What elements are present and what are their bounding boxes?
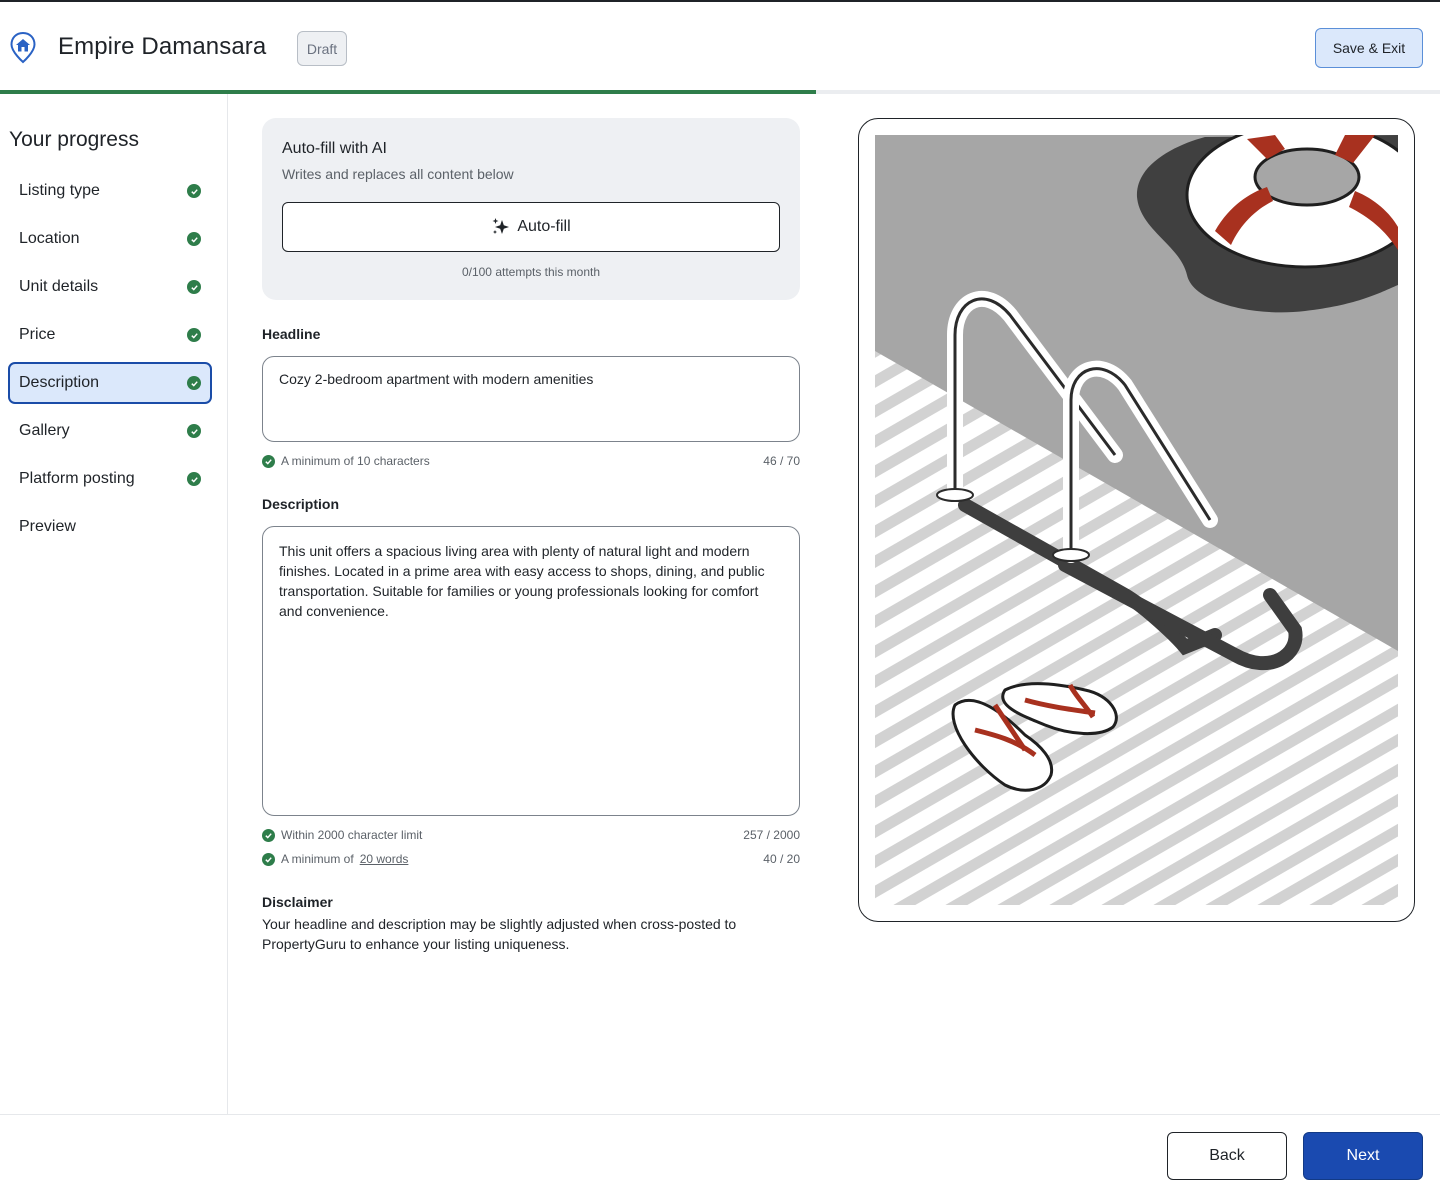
check-icon [262,454,275,468]
sidebar-item-price[interactable]: Price [8,314,212,356]
disclaimer-text: Your headline and description may be sli… [262,916,737,952]
sidebar-heading: Your progress [9,128,139,151]
sidebar-item-label: Location [19,230,80,247]
check-icon [187,280,201,294]
sidebar: Your progress Listing type Location Unit d… [0,94,228,1114]
sidebar-item-description[interactable]: Description [8,362,212,404]
sidebar-item-listing-type[interactable]: Listing type [8,170,212,212]
description-form: Auto-fill with AI Writes and replaces al… [262,118,800,952]
sidebar-item-label: Unit details [19,278,99,295]
sidebar-item-label: Description [19,374,100,391]
sidebar-item-label: Price [19,326,56,343]
ai-card-subtitle: Writes and replaces all content below [282,166,514,182]
check-icon [187,424,201,438]
save-exit-button[interactable]: Save & Exit [1315,28,1423,68]
sidebar-item-label: Gallery [19,422,70,439]
headline-min-hint: A minimum of 10 characters [281,454,430,468]
sidebar-item-gallery[interactable]: Gallery [8,410,212,452]
check-icon [262,852,275,866]
sidebar-item-unit-details[interactable]: Unit details [8,266,212,308]
house-pin-icon [10,31,36,64]
ai-autofill-card: Auto-fill with AI Writes and replaces al… [262,118,800,300]
progress-steps: Listing type Location Unit details Price Des… [8,170,212,554]
check-icon [187,472,201,486]
autofill-button[interactable]: Auto-fill [282,202,780,252]
sidebar-item-label: Preview [19,518,76,535]
sidebar-item-location[interactable]: Location [8,218,212,260]
description-textarea[interactable]: This unit offers a spacious living area … [262,526,800,816]
attempts-counter: 0/100 attempts this month [461,265,601,279]
description-label: Description [262,496,340,512]
words-link[interactable]: 20 words [360,852,409,866]
headline-hint-row: A minimum of 10 characters 46 / 70 [262,454,800,468]
next-button[interactable]: Next [1303,1132,1423,1180]
disclaimer-title: Disclaimer [262,894,333,910]
check-icon [187,232,201,246]
sparkle-icon [492,218,510,234]
description-char-count: 257 / 2000 [743,828,800,842]
headline-input[interactable]: Cozy 2-bedroom apartment with modern ame… [262,356,800,442]
headline-char-count: 46 / 70 [763,454,800,468]
ai-card-title: Auto-fill with AI [282,140,387,157]
headline-label: Headline [262,326,321,342]
pool-illustration [875,135,1398,905]
sidebar-item-preview[interactable]: Preview [8,506,212,548]
autofill-button-label: Auto-fill [517,218,571,235]
page-title: Empire Damansara [58,33,267,60]
description-limit-row: Within 2000 character limit 257 / 2000 [262,828,800,842]
status-badge: Draft [297,31,347,66]
check-icon [262,828,275,842]
back-button[interactable]: Back [1167,1132,1287,1180]
description-word-count: 40 / 20 [763,852,800,866]
footer-bar: Back Next [0,1114,1440,1193]
description-words-row: A minimum of 20 words 40 / 20 [262,852,800,866]
top-bar: Empire Damansara Draft Save & Exit [0,0,1440,90]
illustration-panel [858,118,1415,922]
check-icon [187,184,201,198]
sidebar-item-label: Listing type [19,182,100,199]
sidebar-item-platform-posting[interactable]: Platform posting [8,458,212,500]
check-icon [187,376,201,390]
description-limit-hint: Within 2000 character limit [281,828,423,842]
sidebar-item-label: Platform posting [19,470,135,487]
description-words-prefix: A minimum of [281,852,354,866]
check-icon [187,328,201,342]
